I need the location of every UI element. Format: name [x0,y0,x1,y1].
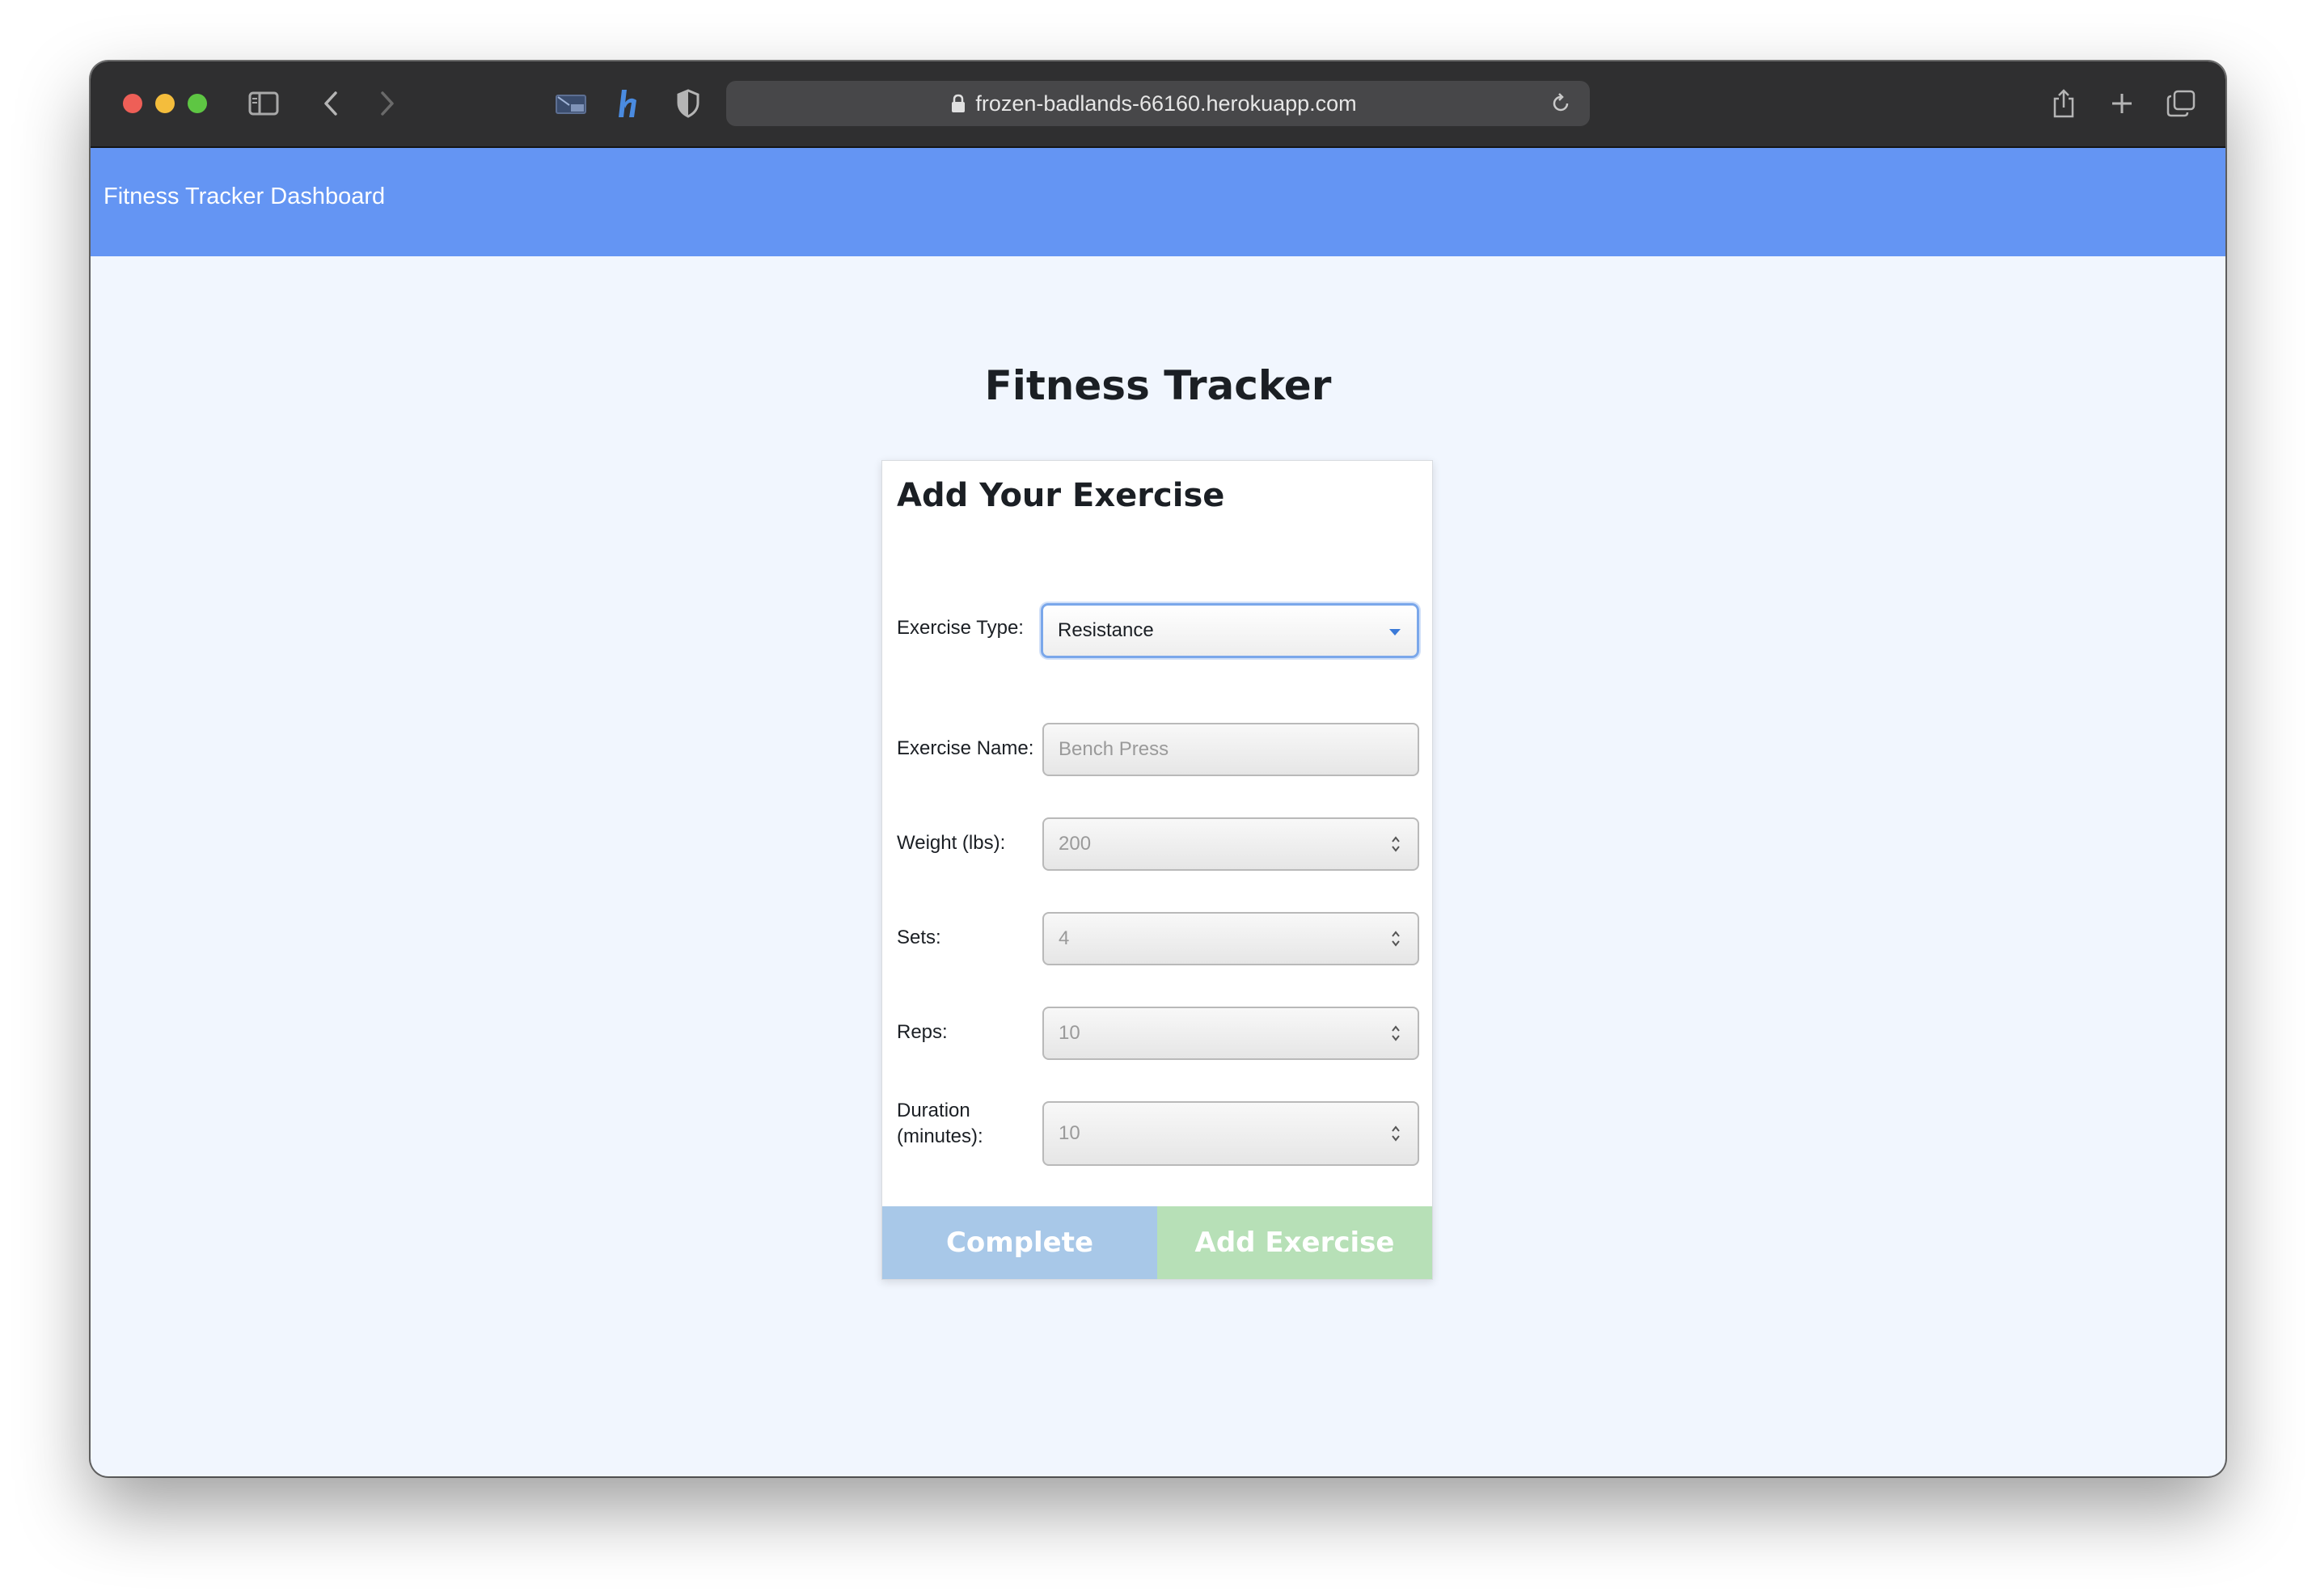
privacy-shield-icon[interactable] [673,84,704,123]
stepper-icon[interactable] [1390,1024,1401,1047]
stepper-icon[interactable] [1390,929,1401,952]
stepper-icon[interactable] [1390,834,1401,858]
new-tab-icon[interactable] [2106,84,2138,123]
reps-placeholder: 10 [1059,1022,1080,1044]
exercise-type-select[interactable]: Resistance [1041,603,1419,658]
back-icon[interactable] [319,84,343,123]
reload-icon[interactable] [1549,92,1572,119]
navbar: Fitness Tracker Dashboard [91,148,2225,256]
address-bar[interactable]: frozen-badlands-66160.herokuapp.com [726,81,1590,126]
reps-input[interactable]: 10 [1042,1007,1419,1060]
minimize-window-button[interactable] [155,94,175,113]
exercise-name-label: Exercise Name: [897,737,1034,759]
duration-label-line2: (minutes): [897,1125,983,1147]
exercise-type-value: Resistance [1058,619,1154,641]
browser-toolbar: frozen-badlands-66160.herokuapp.com [91,61,2225,148]
heroku-extension-icon[interactable] [613,84,645,123]
exercise-name-placeholder: Bench Press [1059,738,1169,760]
complete-button[interactable]: Complete [882,1206,1157,1279]
chevron-down-icon [1388,627,1402,641]
tab-overview-icon[interactable] [2164,84,2198,123]
zoom-window-button[interactable] [188,94,207,113]
duration-label-line1: Duration [897,1100,970,1121]
weight-input[interactable]: 200 [1042,817,1419,871]
exercise-type-label: Exercise Type: [897,617,1024,639]
weight-label: Weight (lbs): [897,832,1006,854]
weight-placeholder: 200 [1059,833,1092,855]
duration-input[interactable]: 10 [1042,1101,1419,1166]
page-title: Fitness Tracker [984,362,1332,409]
exercise-form-card: Add Your Exercise Exercise Type: Resista… [881,460,1433,1280]
sets-input[interactable]: 4 [1042,912,1419,965]
navbar-brand[interactable]: Fitness Tracker Dashboard [104,184,385,210]
reps-label: Reps: [897,1021,948,1043]
sets-placeholder: 4 [1059,927,1070,949]
sets-label: Sets: [897,927,941,948]
sidebar-toggle-icon[interactable] [246,84,281,123]
browser-window: frozen-badlands-66160.herokuapp.com Fitn… [91,61,2225,1476]
close-window-button[interactable] [123,94,142,113]
url-text: frozen-badlands-66160.herokuapp.com [975,91,1357,116]
duration-placeholder: 10 [1059,1122,1080,1144]
forward-icon[interactable] [375,84,399,123]
extension-screen-icon[interactable] [553,84,589,123]
form-title: Add Your Exercise [897,477,1225,514]
share-icon[interactable] [2048,84,2080,123]
stepper-icon[interactable] [1390,1124,1401,1147]
add-exercise-button[interactable]: Add Exercise [1157,1206,1432,1279]
exercise-name-input[interactable]: Bench Press [1042,723,1419,776]
